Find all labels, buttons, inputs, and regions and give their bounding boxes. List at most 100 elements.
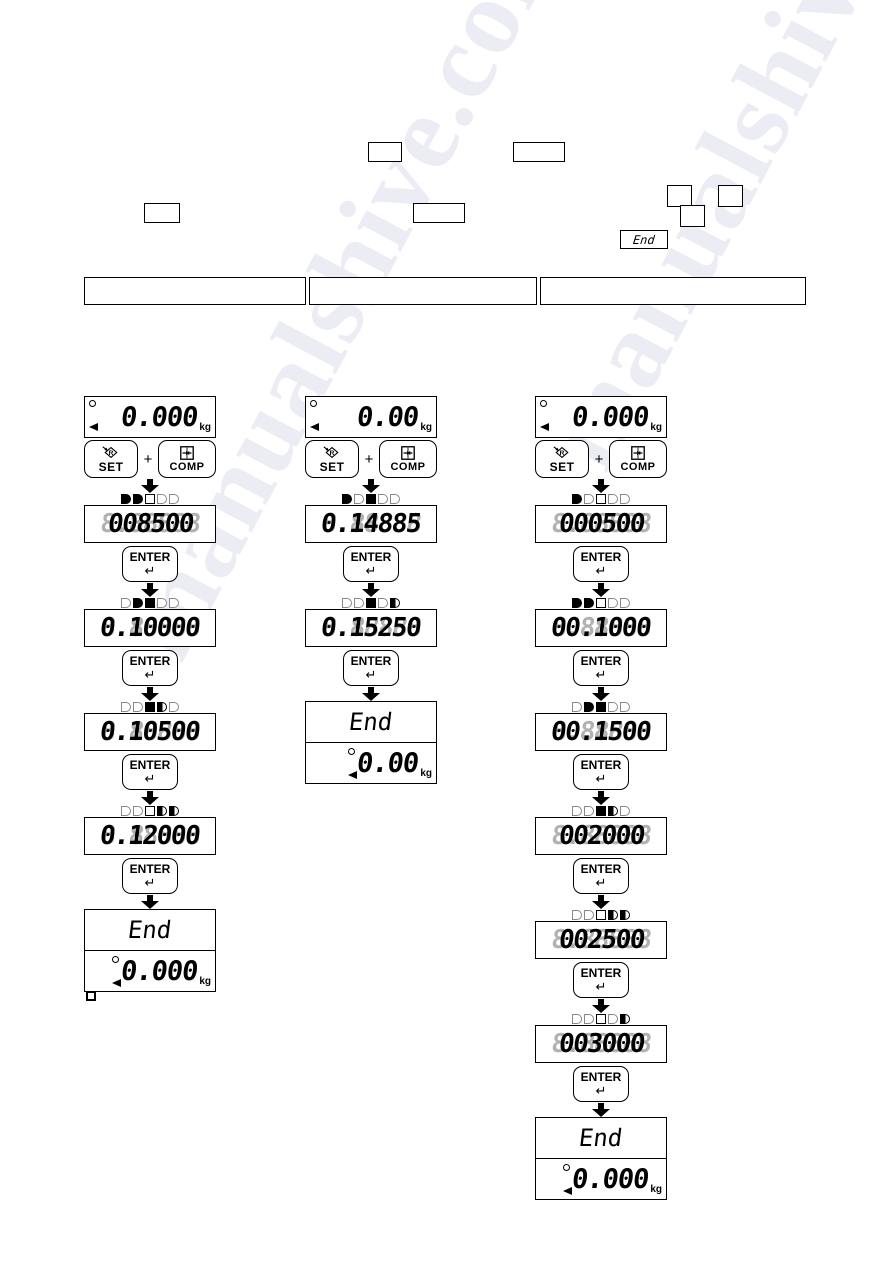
indicator-marker-row <box>535 493 667 504</box>
placeholder-box-4 <box>413 203 465 223</box>
segment-value-display-1-2: 8.88888 0.10000 <box>84 609 216 647</box>
indicator-marker-5-hollow <box>620 702 630 712</box>
indicator-marker-row <box>535 597 667 608</box>
enter-key-1-2[interactable]: ENTER ↵ <box>122 650 178 686</box>
enter-key-label: ENTER <box>580 1069 622 1084</box>
indicator-marker-1-fill <box>572 494 582 504</box>
down-arrow-icon <box>84 583 216 597</box>
enter-key-3-6[interactable]: ENTER ↵ <box>573 1066 629 1102</box>
indicator-marker-row <box>84 493 216 504</box>
enter-key-label: ENTER <box>129 549 171 564</box>
comp-key[interactable]: COMP <box>378 440 437 478</box>
indicator-marker-5-hollow <box>620 806 630 816</box>
indicator-marker-1-hollow <box>572 1014 582 1024</box>
final-weight-value: 0.000 <box>119 955 200 987</box>
indicator-marker-4-hollow <box>157 494 167 504</box>
end-message-label: End <box>126 916 174 944</box>
set-comp-key-group: R SET + COMP <box>535 440 667 478</box>
segment-value-display-3-4: 8.88888 002000 <box>535 817 667 855</box>
final-weight-value: 0.00 <box>355 747 421 779</box>
indicator-marker-row <box>535 701 667 712</box>
segment-value-display-3-3: 8.88888 00.1500 <box>535 713 667 751</box>
plus-symbol: + <box>364 450 374 468</box>
enter-key-3-4[interactable]: ENTER ↵ <box>573 858 629 894</box>
indicator-marker-row <box>84 701 216 712</box>
display-indicator-marks <box>89 400 103 434</box>
indicator-marker-5-hollow <box>169 702 179 712</box>
segment-value-display-3-1: 8.88888 000500 <box>535 505 667 543</box>
segment-value-display-3-2: 8.88888 00.1000 <box>535 609 667 647</box>
indicator-marker-2-hollow <box>584 806 594 816</box>
weight-value: 0.000 <box>570 401 651 433</box>
segment-value: 0.12000 <box>98 821 202 851</box>
weight-display-start-c2: 0.00 kg <box>305 396 437 438</box>
indicator-marker-4-hollow <box>608 494 618 504</box>
down-arrow-icon <box>535 791 667 805</box>
indicator-marker-1-hollow <box>342 598 352 608</box>
header-end-label: End <box>632 232 656 247</box>
enter-key-3-3[interactable]: ENTER ↵ <box>573 754 629 790</box>
indicator-marker-3-sq-fill <box>596 702 606 712</box>
indicator-marker-1-hollow <box>121 806 131 816</box>
enter-key-2-2[interactable]: ENTER ↵ <box>343 650 399 686</box>
down-arrow-icon <box>305 687 437 701</box>
down-arrow-icon <box>84 895 216 909</box>
comp-key[interactable]: COMP <box>608 440 667 478</box>
manual-page: manualshive.com manualshive End 0.000 kg R… <box>0 0 893 1263</box>
indicator-marker-1-hollow <box>121 598 131 608</box>
flow-column-1: 0.000 kg R SET + COMP 8.88888 008500 ENTER ↵ 8.888… <box>84 396 216 992</box>
stable-circle-icon <box>540 400 547 407</box>
enter-return-arrow-icon: ↵ <box>144 563 156 579</box>
indicator-marker-1-hollow <box>572 910 582 920</box>
indicator-marker-3-sq <box>596 910 606 920</box>
segment-value: 000500 <box>556 509 646 539</box>
comp-key[interactable]: COMP <box>157 440 216 478</box>
range-triangle-icon <box>310 423 319 431</box>
indicator-marker-5-hollow <box>169 598 179 608</box>
header-end-chip: End <box>620 230 668 249</box>
set-key[interactable]: R SET <box>535 440 589 478</box>
weight-unit-label: kg <box>650 422 662 433</box>
indicator-marker-2-hollow <box>354 598 364 608</box>
weight-display-start-c3: 0.000 kg <box>535 396 667 438</box>
enter-return-arrow-icon: ↵ <box>595 1083 607 1099</box>
final-weight-value: 0.000 <box>570 1163 651 1195</box>
set-key[interactable]: R SET <box>84 440 138 478</box>
segment-value: 002500 <box>556 925 646 955</box>
enter-key-1-4[interactable]: ENTER ↵ <box>122 858 178 894</box>
stable-circle-icon <box>310 400 317 407</box>
indicator-marker-3-sq-fill <box>145 598 155 608</box>
indicator-marker-5-half <box>169 806 179 816</box>
enter-key-1-3[interactable]: ENTER ↵ <box>122 754 178 790</box>
enter-return-arrow-icon: ↵ <box>595 875 607 891</box>
indicator-marker-2-hollow <box>584 910 594 920</box>
enter-key-3-1[interactable]: ENTER ↵ <box>573 546 629 582</box>
enter-key-3-2[interactable]: ENTER ↵ <box>573 650 629 686</box>
indicator-marker-1-hollow <box>121 702 131 712</box>
segment-value-display-1-3: 8.88888 0.10500 <box>84 713 216 751</box>
indicator-marker-2-hollow <box>584 1014 594 1024</box>
indicator-marker-4-half <box>608 910 618 920</box>
end-display-stack-2: End 0.00 kg <box>305 701 437 784</box>
enter-key-1-1[interactable]: ENTER ↵ <box>122 546 178 582</box>
down-arrow-icon <box>535 687 667 701</box>
range-triangle-icon <box>89 423 98 431</box>
enter-key-3-5[interactable]: ENTER ↵ <box>573 962 629 998</box>
indicator-marker-2-fill <box>584 702 594 712</box>
indicator-marker-2-hollow <box>584 494 594 504</box>
enter-key-2-1[interactable]: ENTER ↵ <box>343 546 399 582</box>
weight-unit-label: kg <box>420 768 432 779</box>
comp-key-label: COMP <box>620 461 656 473</box>
end-display-stack-3: End 0.000 kg <box>535 1117 667 1200</box>
down-arrow-icon <box>535 895 667 909</box>
set-key[interactable]: R SET <box>305 440 359 478</box>
comp-key-label: COMP <box>169 461 205 473</box>
header-table <box>84 277 806 305</box>
flow-column-2: 0.00 kg R SET + COMP 8.88888 0.14885 ENTER ↵ 8.888… <box>305 396 437 784</box>
indicator-marker-5-hollow <box>620 598 630 608</box>
enter-return-arrow-icon: ↵ <box>595 979 607 995</box>
enter-return-arrow-icon: ↵ <box>595 667 607 683</box>
down-arrow-icon <box>535 583 667 597</box>
segment-value: 0.10500 <box>98 717 202 747</box>
indicator-marker-row <box>535 909 667 920</box>
